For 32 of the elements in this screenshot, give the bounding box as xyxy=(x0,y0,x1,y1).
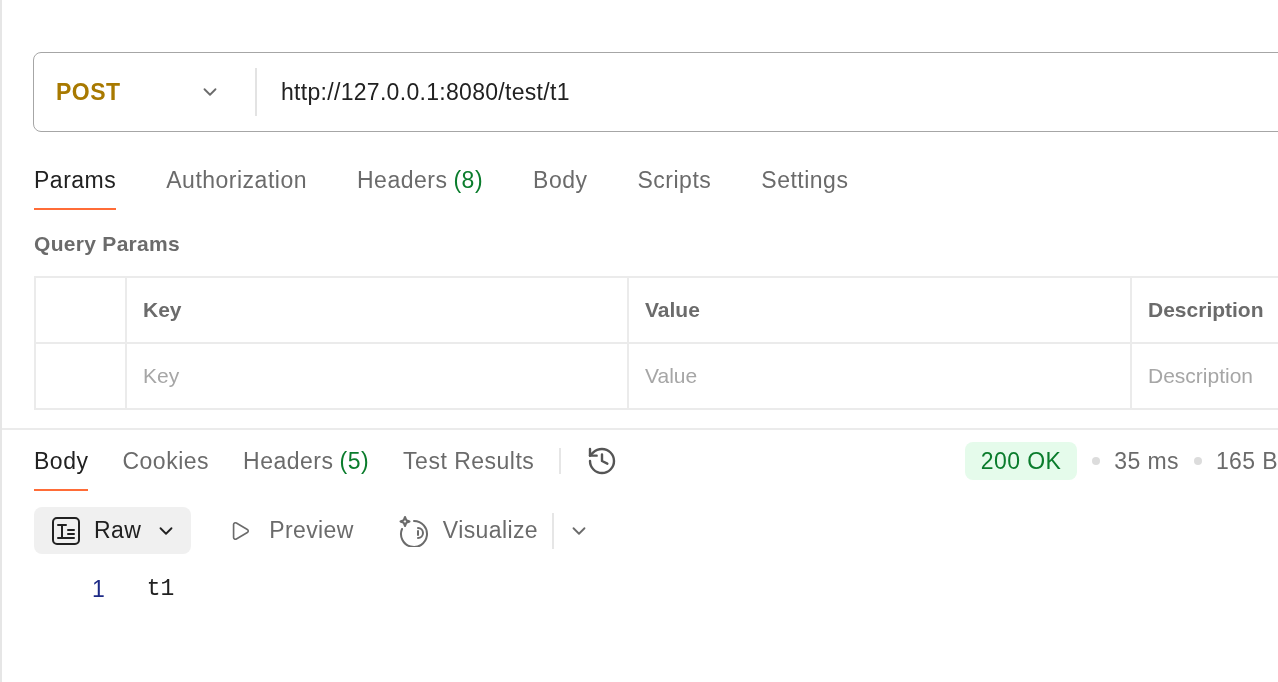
tab[interactable]: Headers (8) xyxy=(357,166,484,210)
preview-button[interactable]: Preview xyxy=(215,507,368,554)
visualize-button[interactable]: Visualize xyxy=(383,507,553,554)
tab[interactable]: Test Results xyxy=(403,447,535,491)
tab[interactable]: Scripts xyxy=(637,166,712,210)
line-number: 1 xyxy=(92,575,105,603)
text-format-icon xyxy=(52,516,80,545)
column-header: Key xyxy=(143,298,182,322)
url-field[interactable]: http://127.0.0.1:8080/test/t1 xyxy=(257,53,1278,131)
tab[interactable]: Authorization xyxy=(166,166,307,210)
code-line: t1 xyxy=(146,575,175,603)
request-bar[interactable]: POST http://127.0.0.1:8080/test/t1 xyxy=(33,52,1278,132)
response-status: 200 OK xyxy=(964,442,1078,480)
response-size: 165 B xyxy=(1215,446,1278,476)
response-time: 35 ms xyxy=(1114,446,1179,476)
raw-view-button[interactable]: Raw xyxy=(34,507,192,554)
tab[interactable]: Settings xyxy=(761,166,849,210)
tab[interactable]: Params xyxy=(34,166,117,210)
dot-icon xyxy=(1193,457,1202,465)
tab[interactable]: Headers (5) xyxy=(243,447,370,491)
section-title: Query Params xyxy=(34,231,181,257)
description-field[interactable]: Description xyxy=(1132,345,1278,407)
dot-icon xyxy=(1092,457,1101,465)
column-header: Description xyxy=(1148,298,1264,322)
sparkle-circle-icon xyxy=(397,514,430,547)
value-field[interactable]: Value xyxy=(629,345,1130,407)
method-dropdown[interactable]: POST xyxy=(34,53,255,131)
tab[interactable]: Body xyxy=(34,447,89,491)
tab[interactable]: Cookies xyxy=(122,447,210,491)
column-header: Value xyxy=(645,298,700,322)
key-field[interactable]: Key xyxy=(127,345,627,407)
tab[interactable]: Body xyxy=(533,166,588,210)
